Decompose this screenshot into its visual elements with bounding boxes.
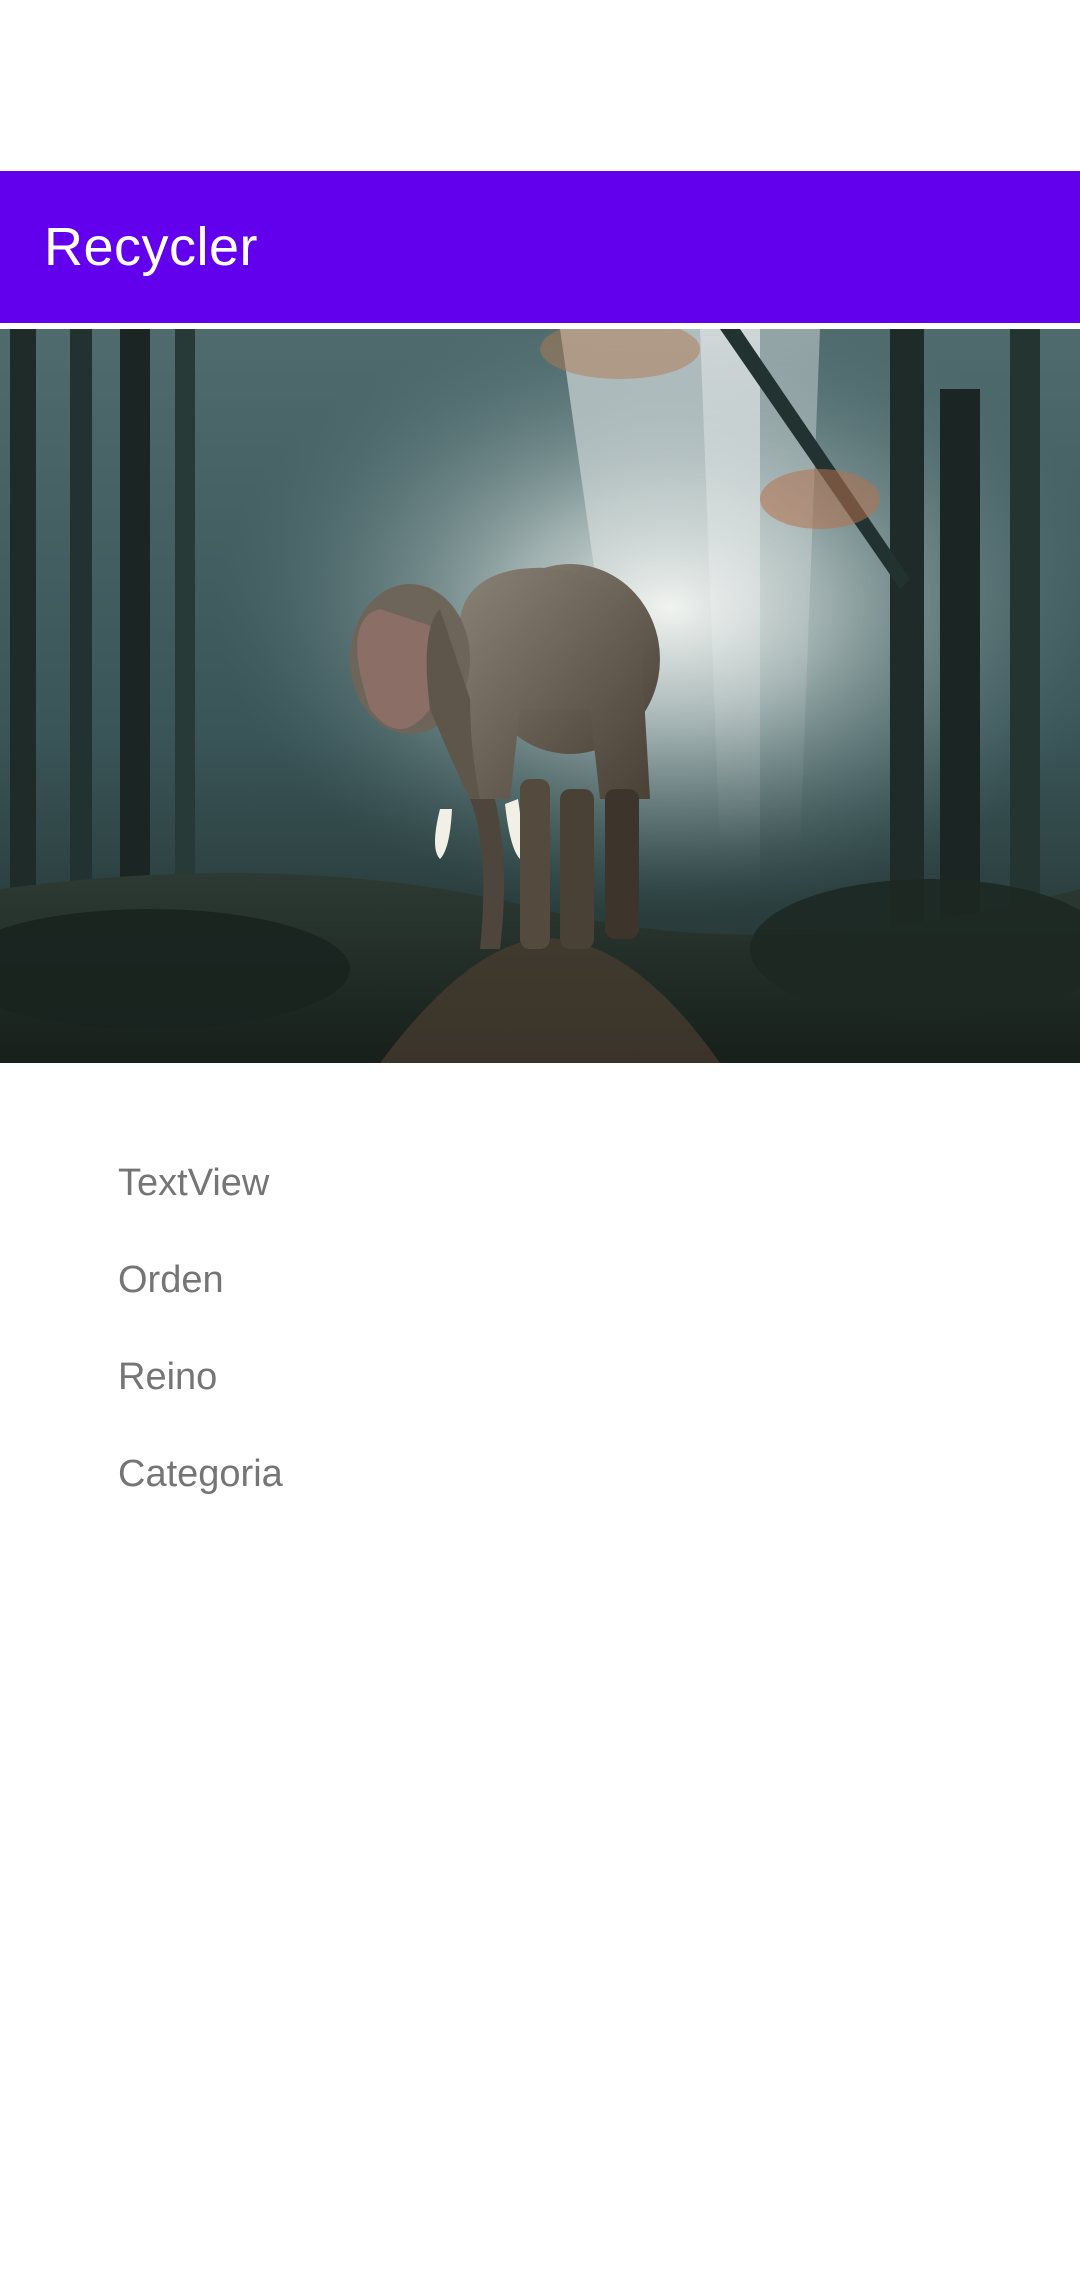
status-bar: [0, 0, 1080, 171]
orden-label: Orden: [118, 1259, 224, 1301]
elephant-photo: [0, 329, 1080, 1063]
item-text-list: TextView Orden Reino Categoria: [118, 1155, 283, 1543]
reino-label: Reino: [118, 1356, 218, 1398]
screen: Recycler TextView Orden Reino Categoria: [0, 0, 1080, 2280]
text-view-label: TextView: [118, 1162, 270, 1204]
app-title: Recycler: [44, 217, 259, 277]
app-bar: Recycler: [0, 171, 1080, 323]
categoria-label: Categoria: [118, 1453, 283, 1495]
